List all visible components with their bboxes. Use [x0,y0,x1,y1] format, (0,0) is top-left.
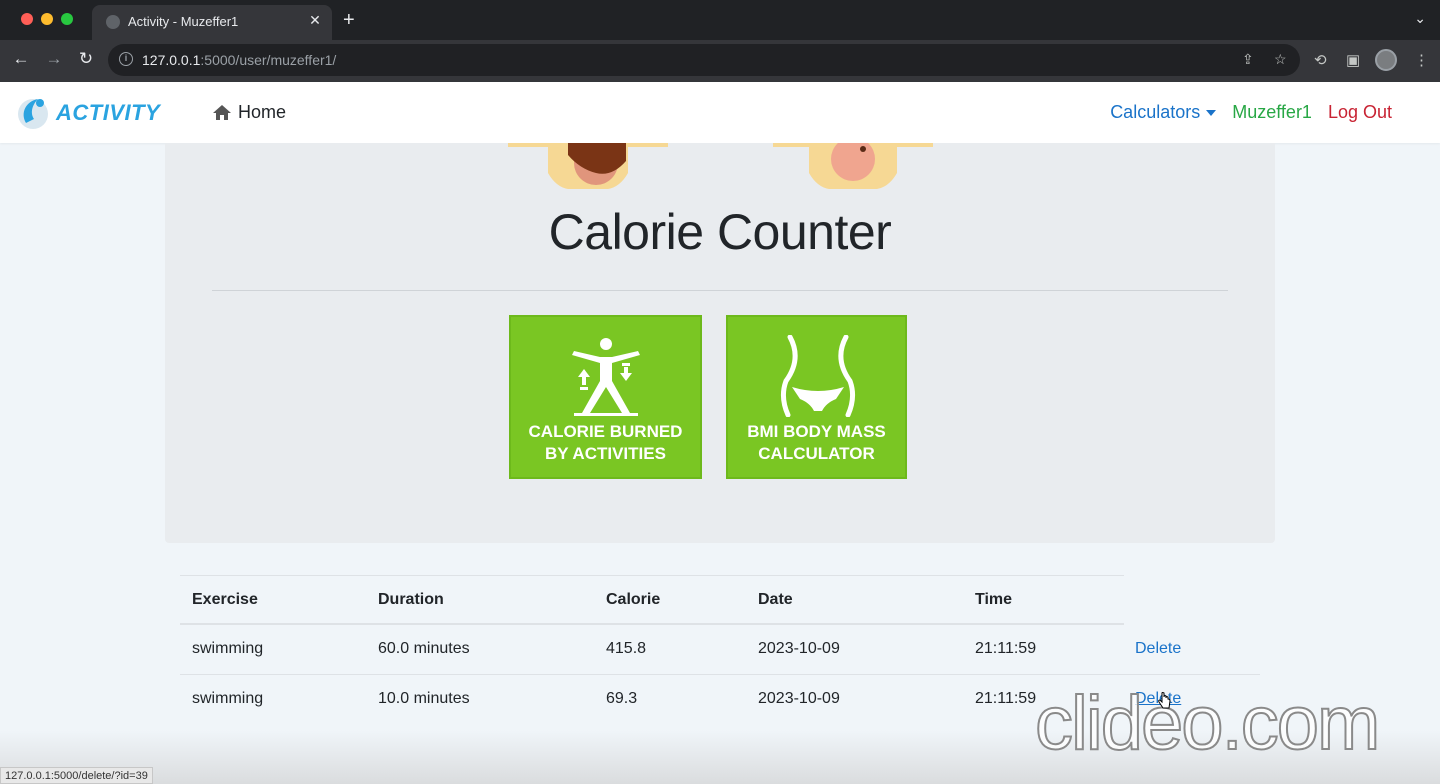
browser-toolbar: ← → ↻ i 127.0.0.1:5000/user/muzeffer1/ ⇪… [0,40,1440,82]
brand-logo[interactable]: ACTIVITY [16,94,160,132]
hero-section: Calorie Counter CALORIE BURNED BY ACTIVI… [165,143,1275,543]
user-profile-link[interactable]: Muzeffer1 [1232,102,1312,123]
new-tab-button[interactable]: + [343,9,355,31]
calorie-burned-card-label: CALORIE BURNED BY ACTIVITIES [528,422,683,463]
maximize-window-button[interactable] [61,13,73,25]
more-menu-icon[interactable]: ⋮ [1414,51,1429,69]
body-silhouette-icon [780,335,856,417]
duration-cell: 60.0 minutes [378,640,470,657]
caret-down-icon [1206,110,1217,117]
calorie-burned-card[interactable]: CALORIE BURNED BY ACTIVITIES [509,315,702,479]
extension-icon[interactable]: ⟲ [1314,51,1327,69]
exercise-cell: swimming [192,690,264,707]
time-cell: 21:11:59 [975,640,1037,657]
column-header: Date [758,591,793,608]
hand-cursor-icon [1158,692,1171,709]
calorie-cell: 415.8 [606,640,647,657]
bmi-calculator-card[interactable]: BMI BODY MASS CALCULATOR [726,315,907,479]
tab-close-icon[interactable]: ✕ [306,11,324,29]
column-header: Duration [378,591,444,608]
bmi-calculator-card-label: BMI BODY MASS CALCULATOR [747,422,886,463]
person-illustration-icon [508,143,668,189]
address-bar[interactable]: i 127.0.0.1:5000/user/muzeffer1/ ⇪ ☆ [108,44,1300,76]
chevron-down-icon[interactable]: ⌄ [1414,10,1426,27]
back-icon[interactable]: ← [10,49,32,69]
divider [212,290,1228,291]
site-navbar: ACTIVITY Home Calculators Muzeffer1 Log … [0,82,1440,143]
favicon-icon [106,15,120,29]
column-header: Calorie [606,591,661,608]
status-bar-url: 127.0.0.1:5000/delete/?id=39 [0,767,153,784]
logo-icon [18,99,48,129]
close-window-button[interactable] [21,13,33,25]
date-cell: 2023-10-09 [758,640,840,657]
table-header-row: Exercise Duration Calorie Date Time [180,575,1124,625]
date-cell: 2023-10-09 [758,690,840,707]
duration-cell: 10.0 minutes [378,690,470,707]
minimize-window-button[interactable] [41,13,53,25]
reload-icon[interactable]: ↻ [75,49,97,69]
table-row: swimming 60.0 minutes 415.8 2023-10-09 2… [180,625,1260,674]
calculators-label: Calculators [1110,102,1201,122]
brand-name: ACTIVITY [56,100,161,125]
tab-title: Activity - Muzeffer1 [128,14,239,29]
activity-figure-icon [572,338,640,416]
column-header: Exercise [192,591,258,608]
calorie-cell: 69.3 [606,690,638,707]
bookmark-star-icon[interactable]: ☆ [1274,51,1287,68]
nav-home-link[interactable]: Home [212,102,286,123]
nav-home-label: Home [238,102,287,122]
profile-avatar[interactable] [1375,49,1397,71]
logout-link[interactable]: Log Out [1328,102,1392,123]
url-text[interactable]: 127.0.0.1:5000/user/muzeffer1/ [142,52,336,68]
column-header: Time [975,591,1013,608]
time-cell: 21:11:59 [975,690,1037,707]
exercise-cell: swimming [192,640,264,657]
forward-icon[interactable]: → [43,49,65,69]
page-title: Calorie Counter [548,204,892,260]
delete-link[interactable]: Delete [1135,640,1181,658]
calculators-dropdown[interactable]: Calculators [1110,102,1217,123]
watermark: clideo.com [1034,680,1381,767]
share-icon[interactable]: ⇪ [1242,51,1254,68]
home-icon [213,105,231,120]
browser-tab[interactable]: Activity - Muzeffer1 ✕ [92,5,332,40]
person-illustration-icon [773,143,933,189]
browser-tab-bar: Activity - Muzeffer1 ✕ + ⌄ [0,0,1440,40]
sidebar-icon[interactable]: ▣ [1346,51,1360,69]
site-info-icon[interactable]: i [119,52,133,66]
